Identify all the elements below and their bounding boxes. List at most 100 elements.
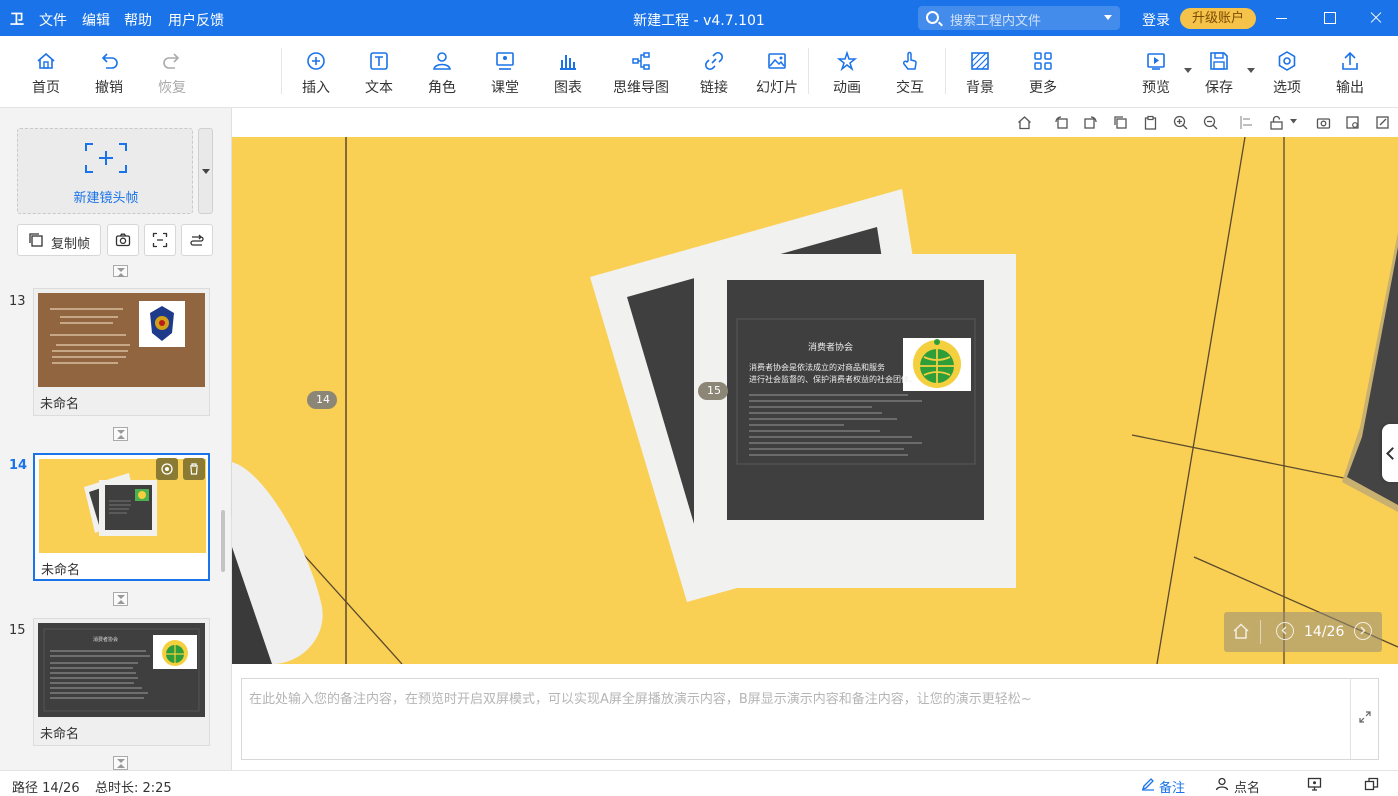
frame-sidebar: 新建镜头帧 复制帧 13 未命名 14 未命名 15 消费者协会 未命名 (0, 108, 232, 770)
background-icon (971, 52, 989, 70)
chevron-down-icon[interactable] (1247, 68, 1255, 73)
slide-text-line: 进行社会监督的、保护消费者权益的社会团体。 (749, 375, 917, 384)
presentation-canvas[interactable]: 14 15 消费者协会 消费者协会是依法成立的对商品和服务 进行社会监督的、保护… (232, 137, 1398, 664)
link-button[interactable]: 链接 (684, 50, 744, 100)
background-button[interactable]: 背景 (950, 50, 1010, 100)
redo-button[interactable]: 恢复 (142, 50, 202, 100)
close-icon[interactable] (1360, 6, 1390, 30)
window-icon[interactable] (1364, 777, 1379, 791)
transition-marker-icon[interactable] (113, 427, 128, 441)
slide-name[interactable]: 未命名 (41, 559, 80, 578)
next-frame-icon[interactable] (1354, 622, 1372, 640)
paste-icon[interactable] (1143, 115, 1158, 130)
slide-name[interactable]: 未命名 (40, 723, 79, 742)
slide-thumbnail-13[interactable]: 未命名 (33, 288, 210, 416)
frame-badge-14[interactable]: 14 (316, 393, 330, 406)
notes-toggle[interactable]: 备注 (1159, 777, 1185, 796)
menu-file[interactable]: 文件 (39, 10, 67, 30)
more-button[interactable]: 更多 (1013, 50, 1073, 100)
lock-icon[interactable] (1269, 115, 1284, 130)
slide-text-line: 消费者协会是依法成立的对商品和服务 (749, 363, 885, 372)
role-button[interactable]: 角色 (412, 50, 472, 100)
undo-icon (101, 53, 118, 69)
canvas-scene (232, 137, 1398, 664)
slideshow-button[interactable]: 幻灯片 (747, 50, 807, 100)
notes-area[interactable]: 在此处输入您的备注内容，在预览时开启双屏模式，可以实现A屏全屏播放演示内容，B屏… (241, 678, 1379, 760)
menu-feedback[interactable]: 用户反馈 (168, 10, 224, 30)
mindmap-button[interactable]: 思维导图 (611, 50, 671, 100)
save-button[interactable]: 保存 (1189, 50, 1255, 100)
home-icon[interactable] (1017, 115, 1032, 130)
transition-marker-icon[interactable] (113, 756, 128, 770)
screen-icon[interactable] (1307, 777, 1322, 791)
expand-icon[interactable] (1359, 711, 1371, 723)
menu-help[interactable]: 帮助 (124, 10, 152, 30)
menu-edit[interactable]: 编辑 (82, 10, 110, 30)
new-frame-dropdown[interactable] (198, 128, 213, 214)
copy-frame-button[interactable]: 复制帧 (17, 224, 101, 256)
home-icon[interactable] (1232, 622, 1250, 640)
delete-icon[interactable] (183, 458, 205, 480)
text-button[interactable]: 文本 (349, 50, 409, 100)
minimize-icon[interactable] (1266, 6, 1296, 30)
slide-name[interactable]: 未命名 (40, 393, 79, 412)
notes-divider (1350, 679, 1351, 759)
star-icon (836, 50, 858, 72)
mindmap-icon (632, 52, 650, 70)
prev-frame-icon[interactable] (1276, 622, 1294, 640)
main-toolbar: 首页 撤销 恢复 插入 文本 角色 课堂 图表 思维导图 链接 幻灯片 动画 交… (0, 36, 1398, 108)
toolbar-divider (945, 48, 946, 94)
classroom-button[interactable]: 课堂 (475, 50, 535, 100)
slide-thumbnail-15[interactable]: 消费者协会 未命名 (33, 618, 210, 746)
login-button[interactable]: 登录 (1142, 10, 1170, 30)
home-icon (37, 52, 55, 69)
chevron-down-icon[interactable] (1290, 119, 1297, 124)
search-box[interactable]: 搜索工程内文件 (918, 6, 1120, 30)
expand-right-panel-button[interactable] (1382, 424, 1398, 482)
rotate-right-icon[interactable] (1083, 115, 1098, 130)
copy-icon[interactable] (1113, 115, 1128, 130)
home-button[interactable]: 首页 (16, 50, 76, 100)
frame-settings-icon[interactable] (1345, 115, 1360, 130)
hand-pointer-icon (902, 51, 917, 70)
preview-icon[interactable] (156, 458, 178, 480)
edit-icon[interactable] (1375, 115, 1390, 130)
rollcall-button[interactable]: 点名 (1234, 777, 1260, 796)
options-button[interactable]: 选项 (1257, 50, 1317, 100)
export-button[interactable]: 输出 (1320, 50, 1380, 100)
rotate-left-icon[interactable] (1054, 115, 1069, 130)
path-status: 路径 14/26 (12, 781, 80, 796)
camera-icon[interactable] (1316, 115, 1331, 130)
interaction-button[interactable]: 交互 (880, 50, 940, 100)
insert-button[interactable]: 插入 (286, 50, 346, 100)
frame-badge-15[interactable]: 15 (707, 384, 721, 397)
slide-thumbnail-14[interactable]: 未命名 (33, 453, 210, 581)
notes-input[interactable]: 在此处输入您的备注内容，在预览时开启双屏模式，可以实现A屏全屏播放演示内容，B屏… (249, 688, 1032, 707)
notes-icon[interactable] (1141, 777, 1155, 791)
person-icon[interactable] (1215, 777, 1229, 791)
preview-button[interactable]: 预览 (1126, 50, 1192, 100)
upgrade-button[interactable]: 升级账户 (1180, 8, 1256, 29)
chart-button[interactable]: 图表 (538, 50, 598, 100)
fit-frame-icon (152, 232, 168, 248)
new-frame-button[interactable]: 新建镜头帧 (17, 128, 193, 214)
zoom-in-icon[interactable] (1173, 115, 1188, 130)
bar-chart-icon (560, 55, 576, 70)
new-frame-label: 新建镜头帧 (73, 191, 139, 206)
screenshot-button[interactable] (107, 224, 139, 256)
align-icon[interactable] (1239, 115, 1254, 130)
sidebar-scrollbar[interactable] (221, 510, 225, 572)
search-input[interactable]: 搜索工程内文件 (950, 10, 1041, 29)
transition-marker-icon[interactable] (113, 265, 128, 277)
zoom-out-icon[interactable] (1203, 115, 1218, 130)
slide-15-preview: 消费者协会 (38, 623, 205, 717)
chevron-down-icon[interactable] (1104, 15, 1112, 20)
transition-button[interactable] (181, 224, 213, 256)
maximize-icon[interactable] (1314, 6, 1344, 30)
fit-frame-button[interactable] (144, 224, 176, 256)
undo-button[interactable]: 撤销 (79, 50, 139, 100)
canvas-toolbar (232, 108, 1398, 137)
slide-number: 13 (9, 294, 26, 309)
transition-marker-icon[interactable] (113, 592, 128, 606)
animation-button[interactable]: 动画 (817, 50, 877, 100)
